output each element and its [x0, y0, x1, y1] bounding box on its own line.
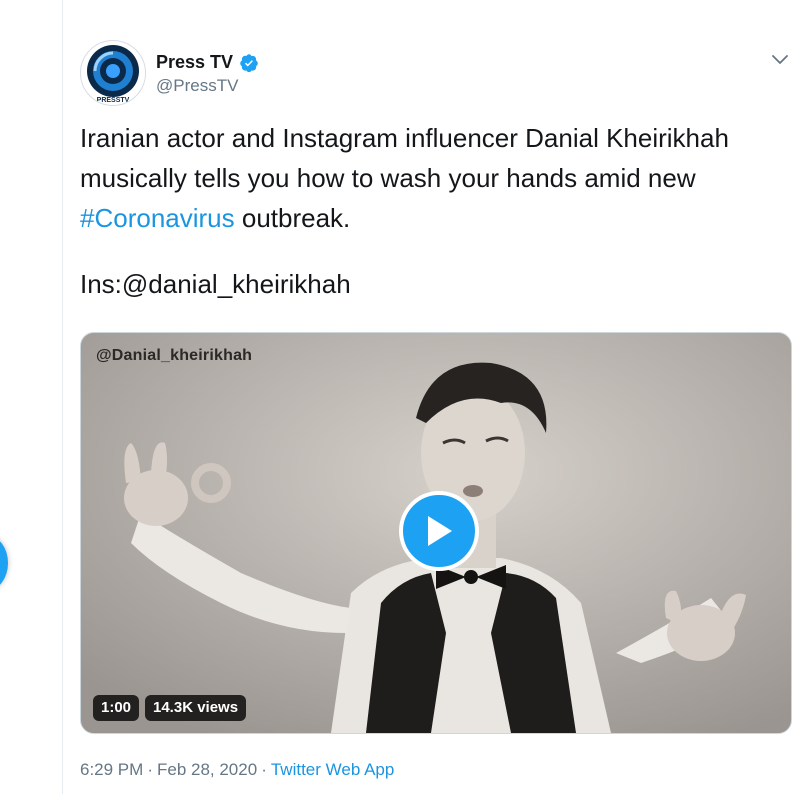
more-options-button[interactable]: [766, 46, 794, 74]
timeline-divider: [62, 0, 63, 794]
tweet-metadata: 6:29 PM · Feb 28, 2020 · Twitter Web App: [80, 760, 394, 780]
verified-badge-icon: [240, 53, 258, 72]
press-tv-logo-icon: PRESSTV: [87, 45, 139, 104]
tweet-text-end: outbreak.: [234, 203, 351, 233]
tweet: PRESSTV Press TV @PressTV Iranian actor …: [80, 0, 812, 794]
play-icon: [428, 516, 452, 546]
hashtag-link[interactable]: #Coronavirus: [80, 203, 235, 233]
video-view-count: 14.3K views: [145, 695, 247, 721]
svg-text:PRESSTV: PRESSTV: [97, 97, 130, 104]
play-button[interactable]: [399, 491, 479, 571]
tweet-time[interactable]: 6:29 PM: [80, 760, 143, 780]
chevron-down-icon: [772, 55, 788, 64]
floating-action-button[interactable]: [0, 536, 8, 590]
meta-separator: ·: [261, 760, 267, 779]
user-name[interactable]: Press TV: [156, 52, 233, 73]
tweet-source-link[interactable]: Twitter Web App: [271, 760, 394, 780]
tweet-text-body: Iranian actor and Instagram influencer D…: [80, 123, 737, 193]
video-duration: 1:00: [93, 695, 140, 721]
video-watermark: @Danial_kheirikhah: [96, 347, 253, 364]
user-name-row: Press TV: [156, 52, 259, 73]
tweet-text: Iranian actor and Instagram influencer D…: [80, 118, 780, 238]
avatar[interactable]: PRESSTV: [80, 40, 146, 106]
instagram-mention: Ins:@danial_kheirikhah: [80, 269, 351, 299]
video-player[interactable]: @Danial_kheirikhah 1:00 14.3K views: [80, 332, 792, 734]
user-handle[interactable]: @PressTV: [156, 76, 238, 96]
tweet-date[interactable]: Feb 28, 2020: [157, 760, 257, 780]
meta-separator: ·: [147, 760, 153, 779]
